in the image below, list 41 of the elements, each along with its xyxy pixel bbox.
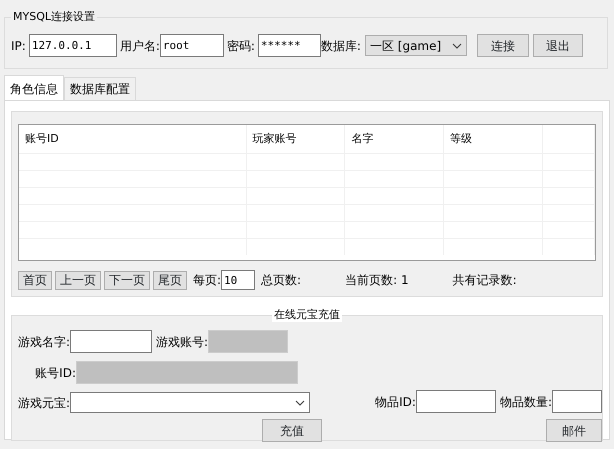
text-field[interactable] — [70, 330, 152, 353]
connection-button[interactable]: 退出 — [532, 34, 583, 57]
mail-button[interactable]: 邮件 — [546, 419, 602, 442]
column-header: 名字 — [345, 125, 444, 153]
pager-button[interactable]: 尾页 — [153, 270, 187, 290]
field-label: 游戏名字: — [18, 334, 70, 350]
connection-button[interactable]: 连接 — [476, 34, 529, 57]
chevron-down-icon — [295, 400, 306, 406]
column-header: 等级 — [444, 125, 543, 153]
pager-button[interactable]: 下一页 — [104, 270, 150, 290]
field-label: 游戏账号: — [156, 334, 208, 350]
recharge-button[interactable]: 充值 — [262, 419, 322, 442]
ip-field[interactable]: 127.0.0.1 — [28, 34, 117, 57]
field-label: 物品ID: — [375, 394, 416, 410]
field-label: 物品数量: — [500, 394, 552, 410]
chevron-down-icon — [452, 42, 462, 48]
field-label: 数据库: — [320, 38, 361, 54]
field-label: 用户名: — [120, 38, 160, 54]
field-label: 账号ID: — [34, 364, 76, 382]
item-quantity-field[interactable] — [552, 390, 602, 413]
field-label: 密码: — [226, 38, 255, 54]
group-title: 在线元宝充值 — [272, 308, 342, 322]
pager-button[interactable]: 上一页 — [55, 270, 101, 290]
username-field[interactable]: root — [160, 34, 224, 57]
group-title: MYSQL连接设置 — [11, 10, 97, 24]
per-page-field[interactable]: 10 — [221, 270, 256, 290]
field-label: 游戏元宝: — [18, 394, 70, 412]
ingot-dropdown[interactable] — [70, 392, 310, 413]
tab[interactable]: 数据库配置 — [64, 77, 136, 100]
password-field[interactable]: ****** — [258, 34, 321, 57]
column-header: 账号ID — [19, 125, 247, 153]
status-label: 共有记录数: — [452, 272, 517, 289]
field-label: 每页: — [193, 272, 222, 289]
item-id-field[interactable] — [416, 390, 496, 413]
pager-button[interactable]: 首页 — [18, 270, 52, 290]
tab[interactable]: 角色信息 — [4, 75, 64, 100]
status-label: 当前页数: 1 — [345, 272, 409, 289]
database-dropdown[interactable]: 一区 [game] — [364, 35, 467, 56]
field-label: IP: — [11, 38, 26, 54]
status-label: 总页数: — [261, 272, 302, 289]
column-header: 玩家账号 — [246, 125, 346, 153]
